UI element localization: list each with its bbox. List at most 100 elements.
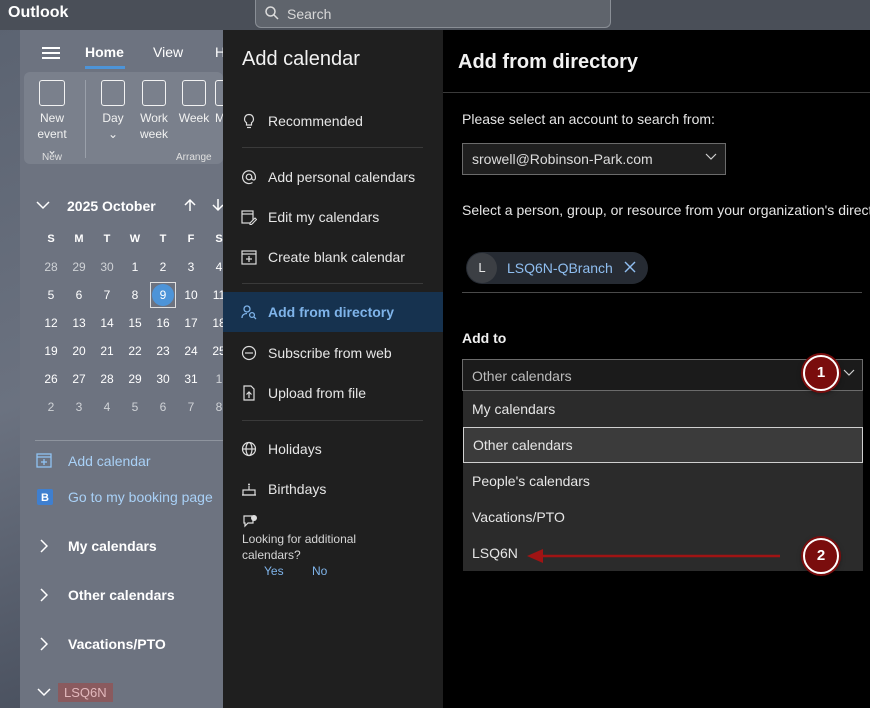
account-prompt: Please select an account to search from:	[462, 111, 715, 127]
group-other-calendars[interactable]: Other calendars	[20, 578, 223, 612]
calendar-day[interactable]: 9	[150, 283, 176, 307]
menu-add-from-directory[interactable]: Add from directory	[223, 292, 443, 332]
day-view-button[interactable]: Day ⌄	[99, 80, 127, 142]
collapse-chevron-icon[interactable]	[36, 200, 50, 210]
menu-add-personal-calendars[interactable]: Add personal calendars	[223, 157, 443, 197]
work-week-label-2: week	[139, 127, 168, 141]
avatar: L	[467, 253, 497, 283]
menu-edit-my-calendars[interactable]: Edit my calendars	[223, 197, 443, 237]
menu-upload-from-file[interactable]: Upload from file	[223, 373, 443, 413]
weekday-header: T	[159, 233, 167, 245]
panel-title: Add from directory	[458, 51, 639, 73]
dropdown-option-vacations-pto[interactable]: Vacations/PTO	[463, 499, 863, 535]
previous-month-arrow-icon[interactable]	[184, 198, 196, 212]
dropdown-option-peoples-calendars[interactable]: People's calendars	[463, 463, 863, 499]
calendar-day[interactable]: 5	[122, 395, 148, 419]
lightbulb-icon	[241, 113, 257, 129]
new-event-button[interactable]: New event ⌄	[32, 80, 72, 158]
week-view-button[interactable]: Week	[178, 80, 210, 126]
feedback-yes-link[interactable]: Yes	[264, 564, 284, 578]
group-my-calendars[interactable]: My calendars	[20, 529, 223, 563]
calendar-day[interactable]: 10	[178, 283, 204, 307]
dropdown-option-label: Vacations/PTO	[472, 509, 565, 525]
calendar-day[interactable]: 16	[150, 311, 176, 335]
calendar-day[interactable]: 6	[66, 283, 92, 307]
menu-recommended[interactable]: Recommended	[223, 101, 443, 141]
calendar-day[interactable]: 27	[66, 367, 92, 391]
calendar-day[interactable]: 8	[122, 283, 148, 307]
booking-page-link[interactable]: B Go to my booking page	[20, 480, 223, 514]
calendar-day[interactable]: 3	[178, 255, 204, 279]
calendar-day[interactable]: 3	[66, 395, 92, 419]
dropdown-option-other-calendars[interactable]: Other calendars	[463, 427, 863, 463]
calendar-day[interactable]: 4	[94, 395, 120, 419]
add-calendar-link[interactable]: Add calendar	[20, 444, 223, 478]
menu-create-blank-calendar[interactable]: Create blank calendar	[223, 237, 443, 277]
calendar-day[interactable]: 29	[66, 255, 92, 279]
work-week-button[interactable]: Work week	[136, 80, 172, 142]
calendar-day[interactable]: 20	[66, 339, 92, 363]
tab-home-indicator	[85, 66, 125, 69]
add-to-dropdown-list: My calendars Other calendars People's ca…	[463, 391, 863, 571]
chevron-right-icon	[40, 637, 48, 651]
feedback-text-line: Looking for additional	[242, 532, 357, 546]
calendar-day[interactable]: 30	[94, 255, 120, 279]
day-view-icon	[101, 80, 125, 106]
calendar-day[interactable]: 13	[66, 311, 92, 335]
menu-label: Birthdays	[268, 481, 327, 497]
hamburger-menu-icon[interactable]	[42, 46, 60, 60]
calendar-day[interactable]: 15	[122, 311, 148, 335]
calendar-day[interactable]: 6	[150, 395, 176, 419]
tab-home[interactable]: Home	[85, 44, 124, 60]
menu-holidays[interactable]: Holidays	[223, 429, 443, 469]
calendar-day[interactable]: 28	[38, 255, 64, 279]
dropdown-option-my-calendars[interactable]: My calendars	[463, 391, 863, 427]
person-prompt: Select a person, group, or resource from…	[462, 202, 870, 218]
calendar-day[interactable]: 7	[178, 395, 204, 419]
week-view-icon	[182, 80, 206, 106]
calendar-day[interactable]: 30	[150, 367, 176, 391]
menu-birthdays[interactable]: Birthdays	[223, 469, 443, 509]
calendar-day[interactable]: 5	[38, 283, 64, 307]
calendar-day[interactable]: 28	[94, 367, 120, 391]
calendar-day[interactable]: 12	[38, 311, 64, 335]
calendar-day[interactable]: 31	[178, 367, 204, 391]
calendar-day[interactable]: 22	[122, 339, 148, 363]
menu-label: Holidays	[268, 441, 322, 457]
calendar-day[interactable]: 26	[38, 367, 64, 391]
calendar-day[interactable]: 2	[38, 395, 64, 419]
calendar-day[interactable]: 19	[38, 339, 64, 363]
menu-label: Upload from file	[268, 385, 367, 401]
booking-icon: B	[36, 488, 54, 506]
booking-page-label: Go to my booking page	[68, 489, 213, 505]
calendar-day[interactable]: 1	[122, 255, 148, 279]
tab-view[interactable]: View	[153, 44, 183, 60]
close-icon[interactable]	[624, 261, 636, 273]
calendar-day[interactable]: 17	[178, 311, 204, 335]
panel-header-divider	[443, 92, 870, 93]
menu-label: Add personal calendars	[268, 169, 416, 185]
calendar-day[interactable]: 24	[178, 339, 204, 363]
menu-divider	[242, 283, 423, 284]
search-input[interactable]: Search	[255, 0, 611, 28]
ribbon-group-new: New	[42, 152, 63, 163]
calendar-day[interactable]: 23	[150, 339, 176, 363]
menu-subscribe-from-web[interactable]: Subscribe from web	[223, 333, 443, 373]
calendar-day[interactable]: 2	[150, 255, 176, 279]
group-vacations-pto[interactable]: Vacations/PTO	[20, 627, 223, 661]
add-to-label: Add to	[462, 330, 507, 346]
group-lsq6n[interactable]: LSQ6N	[58, 683, 113, 702]
calendar-add-icon	[241, 249, 257, 265]
calendar-day[interactable]: 21	[94, 339, 120, 363]
account-select[interactable]: srowell@Robinson-Park.com	[462, 143, 726, 175]
feedback-no-link[interactable]: No	[312, 564, 327, 578]
calendar-day[interactable]: 7	[94, 283, 120, 307]
add-calendar-label: Add calendar	[68, 453, 151, 469]
calendar-day[interactable]: 14	[94, 311, 120, 335]
weekday-header: S	[47, 233, 55, 245]
calendar-day[interactable]: 29	[122, 367, 148, 391]
menu-label: Recommended	[268, 113, 363, 129]
ribbon-tabs: Home View H	[20, 36, 225, 70]
chevron-down-icon[interactable]	[37, 688, 51, 697]
work-week-icon	[142, 80, 166, 106]
